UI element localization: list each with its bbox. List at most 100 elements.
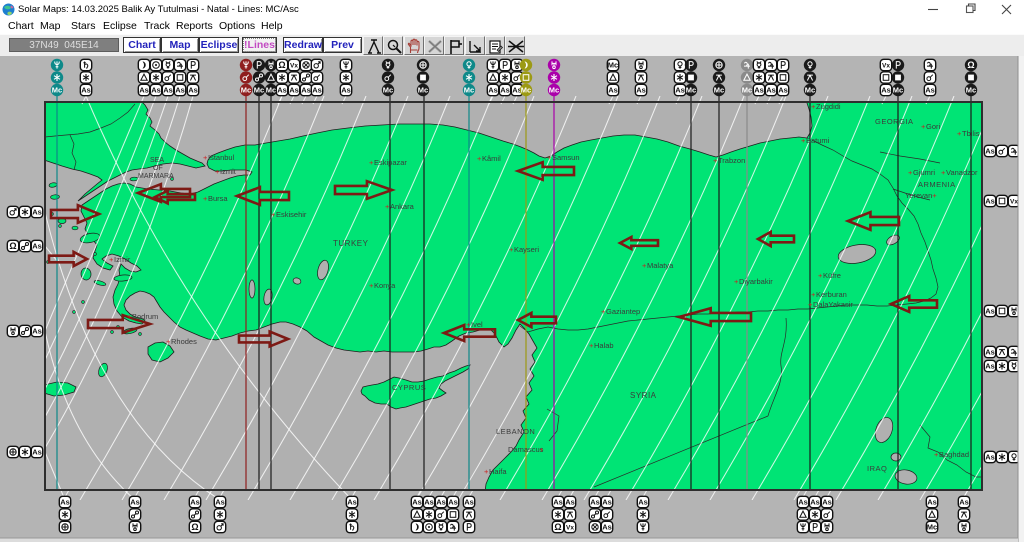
svg-text:Zugdidi: Zugdidi xyxy=(816,102,841,111)
svg-text:As: As xyxy=(985,362,995,371)
svg-text:Ivel: Ivel xyxy=(471,320,483,329)
svg-text:As: As xyxy=(190,498,200,507)
svg-text:Rhodes: Rhodes xyxy=(171,337,197,346)
svg-text:As: As xyxy=(778,86,788,95)
svg-text:TURKEY: TURKEY xyxy=(333,239,369,248)
svg-text:Mc: Mc xyxy=(383,86,393,95)
svg-text:Trabzon: Trabzon xyxy=(718,156,745,165)
svg-text:As: As xyxy=(602,498,612,507)
svg-text:As: As xyxy=(139,86,149,95)
svg-text:Ω: Ω xyxy=(967,60,974,70)
svg-text:Mc: Mc xyxy=(266,86,276,95)
svg-text:As: As xyxy=(32,208,42,217)
svg-text:Mc: Mc xyxy=(418,86,428,95)
svg-text:Gaziantep: Gaziantep xyxy=(606,307,640,316)
svg-text:Haifa: Haifa xyxy=(489,467,507,476)
svg-text:As: As xyxy=(130,498,140,507)
svg-text:As: As xyxy=(822,498,832,507)
svg-text:As: As xyxy=(590,498,600,507)
svg-text:As: As xyxy=(881,86,891,95)
svg-text:As: As xyxy=(675,86,685,95)
svg-text:Mc: Mc xyxy=(927,523,937,532)
svg-text:As: As xyxy=(81,86,91,95)
svg-text:As: As xyxy=(602,523,612,532)
svg-text:As: As xyxy=(347,498,357,507)
svg-text:As: As xyxy=(448,498,458,507)
svg-text:As: As xyxy=(32,327,42,336)
svg-text:Malatya: Malatya xyxy=(647,261,674,270)
svg-text:GEORGIA: GEORGIA xyxy=(875,117,914,126)
svg-text:Mc: Mc xyxy=(254,86,264,95)
svg-text:Izmir: Izmir xyxy=(114,255,131,264)
svg-text:As: As xyxy=(32,242,42,251)
svg-text:As: As xyxy=(810,498,820,507)
svg-text:As: As xyxy=(565,498,575,507)
svg-text:+: + xyxy=(932,191,937,200)
svg-text:As: As xyxy=(60,498,70,507)
svg-text:SEA: SEA xyxy=(150,157,164,164)
svg-text:Kâmil: Kâmil xyxy=(482,154,501,163)
svg-text:Mc: Mc xyxy=(742,86,752,95)
svg-text:As: As xyxy=(985,307,995,316)
svg-text:Mc: Mc xyxy=(686,86,696,95)
svg-text:Diyarbakir: Diyarbakir xyxy=(739,277,773,286)
svg-text:As: As xyxy=(754,86,764,95)
svg-text:As: As xyxy=(188,86,198,95)
svg-text:As: As xyxy=(959,498,969,507)
svg-text:Kayseri: Kayseri xyxy=(514,245,539,254)
svg-text:Vx: Vx xyxy=(1010,198,1018,205)
svg-text:As: As xyxy=(608,86,618,95)
svg-text:SYRIA: SYRIA xyxy=(630,391,657,400)
svg-text:Mc: Mc xyxy=(241,86,251,95)
svg-text:As: As xyxy=(412,498,422,507)
svg-text:MARMARA: MARMARA xyxy=(138,173,174,180)
svg-text:As: As xyxy=(500,86,510,95)
svg-text:As: As xyxy=(289,86,299,95)
svg-text:Baghdad: Baghdad xyxy=(939,450,969,459)
svg-text:Mc: Mc xyxy=(893,86,903,95)
svg-text:Mc: Mc xyxy=(714,86,724,95)
svg-text:As: As xyxy=(436,498,446,507)
svg-text:Eskisehir: Eskisehir xyxy=(276,210,307,219)
svg-text:IRAQ: IRAQ xyxy=(867,464,887,473)
svg-text:Mc: Mc xyxy=(521,86,531,95)
svg-text:Mc: Mc xyxy=(805,86,815,95)
svg-text:Ω: Ω xyxy=(9,241,16,251)
svg-text:As: As xyxy=(636,86,646,95)
svg-text:Tbilis: Tbilis xyxy=(962,129,980,138)
svg-text:As: As xyxy=(985,453,995,462)
svg-text:OF: OF xyxy=(153,165,163,172)
svg-text:Bursa: Bursa xyxy=(208,194,228,203)
svg-text:Yerevan: Yerevan xyxy=(905,191,932,200)
svg-text:As: As xyxy=(985,147,995,156)
svg-text:Vx: Vx xyxy=(290,62,298,69)
svg-text:ARMENIA: ARMENIA xyxy=(918,180,956,189)
svg-text:As: As xyxy=(424,498,434,507)
svg-text:Ω: Ω xyxy=(191,522,198,532)
svg-text:As: As xyxy=(175,86,185,95)
svg-text:Gjumri: Gjumri xyxy=(913,168,935,177)
svg-text:Gori: Gori xyxy=(926,122,941,131)
svg-text:As: As xyxy=(312,86,322,95)
svg-text:As: As xyxy=(553,498,563,507)
svg-text:As: As xyxy=(151,86,161,95)
svg-text:Mc: Mc xyxy=(464,86,474,95)
svg-text:As: As xyxy=(464,498,474,507)
svg-text:Kerburan: Kerburan xyxy=(816,290,847,299)
svg-text:As: As xyxy=(925,86,935,95)
svg-text:Mc: Mc xyxy=(549,86,559,95)
svg-text:Vanadzor: Vanadzor xyxy=(946,168,978,177)
svg-text:Eskipazar: Eskipazar xyxy=(374,158,407,167)
svg-text:LEBANON: LEBANON xyxy=(496,427,535,436)
svg-text:Samsun: Samsun xyxy=(552,153,580,162)
svg-text:Vx: Vx xyxy=(566,524,574,531)
svg-text:As: As xyxy=(488,86,498,95)
svg-text:Ω: Ω xyxy=(278,60,285,70)
svg-text:DalaYakasir: DalaYakasir xyxy=(813,300,853,309)
svg-text:Halab: Halab xyxy=(594,341,614,350)
svg-text:CYPRUS: CYPRUS xyxy=(392,383,426,392)
svg-text:Konya: Konya xyxy=(374,281,396,290)
svg-text:Mc: Mc xyxy=(52,86,62,95)
svg-text:Vx: Vx xyxy=(882,62,890,69)
svg-text:As: As xyxy=(341,86,351,95)
